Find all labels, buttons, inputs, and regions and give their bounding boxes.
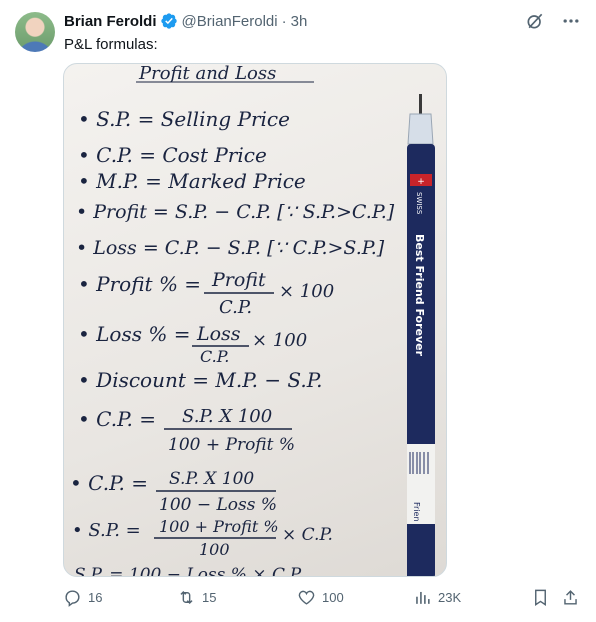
reply-count: 16 — [88, 590, 103, 605]
heart-icon — [298, 590, 315, 605]
note-line: • S.P. = Selling Price — [78, 107, 290, 131]
note-line: • Loss = C.P. − S.P. [∵ C.P.>S.P.] — [76, 237, 385, 259]
tweet-header: Brian Feroldi @BrianFeroldi · 3h — [64, 11, 307, 31]
note-line: • C.P. = Cost Price — [78, 143, 267, 167]
note-fraction-top: Loss — [196, 323, 241, 345]
note-fraction-bottom: C.P. — [200, 347, 229, 366]
share-button[interactable] — [561, 588, 580, 607]
note-fraction-bottom: 100 − Loss % — [159, 495, 277, 515]
note-multiplier: × C.P. — [282, 525, 333, 545]
note-fraction-bottom: 100 — [199, 540, 230, 559]
note-line: • Profit % = — [78, 272, 201, 296]
note-fraction-top: S.P. X 100 — [169, 469, 254, 489]
author-name[interactable]: Brian Feroldi — [64, 13, 157, 30]
views-button[interactable]: 23K — [413, 588, 461, 607]
tweet-text: P&L formulas: — [64, 36, 158, 53]
post-time[interactable]: 3h — [291, 13, 308, 30]
more-options-icon[interactable] — [560, 10, 582, 32]
note-line: • C.P. = — [78, 407, 156, 431]
svg-text:+: + — [417, 177, 425, 187]
pen-sticker: Frien — [412, 502, 421, 522]
reply-button[interactable]: 16 — [63, 588, 102, 607]
note-line: • C.P. = — [70, 471, 148, 495]
note-multiplier: × 100 — [252, 330, 307, 351]
note-line: • Profit = S.P. − C.P. [∵ S.P.>C.P.] — [76, 201, 395, 223]
note-line: • M.P. = Marked Price — [78, 169, 306, 193]
bookmark-button[interactable] — [531, 588, 550, 607]
note-line: S.P. = 100 − Loss % × C.P. — [74, 565, 303, 577]
tweet-image[interactable]: Profit and Loss • S.P. = Selling Price •… — [63, 63, 447, 577]
separator-dot: · — [281, 12, 287, 30]
note-fraction-top: 100 + Profit % — [159, 517, 279, 536]
views-chart-icon — [416, 591, 430, 604]
note-fraction-top: S.P. X 100 — [182, 406, 272, 427]
verified-badge-icon[interactable] — [160, 12, 178, 30]
views-count: 23K — [438, 590, 462, 605]
note-multiplier: × 100 — [279, 281, 334, 302]
share-icon — [564, 590, 577, 605]
pen-brand: SWISS — [415, 192, 423, 215]
pen-illustration: + SWISS Best Friend Forever Frien — [407, 94, 435, 576]
note-line: • Discount = M.P. − S.P. — [78, 368, 323, 392]
note-fraction-bottom: C.P. — [219, 297, 252, 318]
note-fraction-bottom: 100 + Profit % — [168, 435, 295, 455]
note-line: • Loss % = — [78, 322, 190, 346]
reply-icon — [65, 590, 80, 607]
note-heading: Profit and Loss — [138, 64, 276, 84]
like-button[interactable]: 100 — [297, 588, 344, 607]
repost-count: 15 — [202, 590, 217, 605]
repost-button[interactable]: 15 — [177, 588, 216, 607]
note-fraction-top: Profit — [211, 269, 266, 291]
grok-icon[interactable] — [524, 10, 546, 32]
author-avatar[interactable] — [15, 12, 55, 52]
like-count: 100 — [322, 590, 344, 605]
engagement-bar: 16 15 100 23K — [55, 588, 585, 612]
pen-label: Best Friend Forever — [413, 234, 426, 357]
author-handle[interactable]: @BrianFeroldi — [182, 13, 278, 30]
top-actions — [524, 10, 582, 32]
bookmark-icon — [535, 589, 546, 606]
repost-icon — [180, 590, 193, 605]
note-line: • S.P. = — [72, 520, 141, 541]
